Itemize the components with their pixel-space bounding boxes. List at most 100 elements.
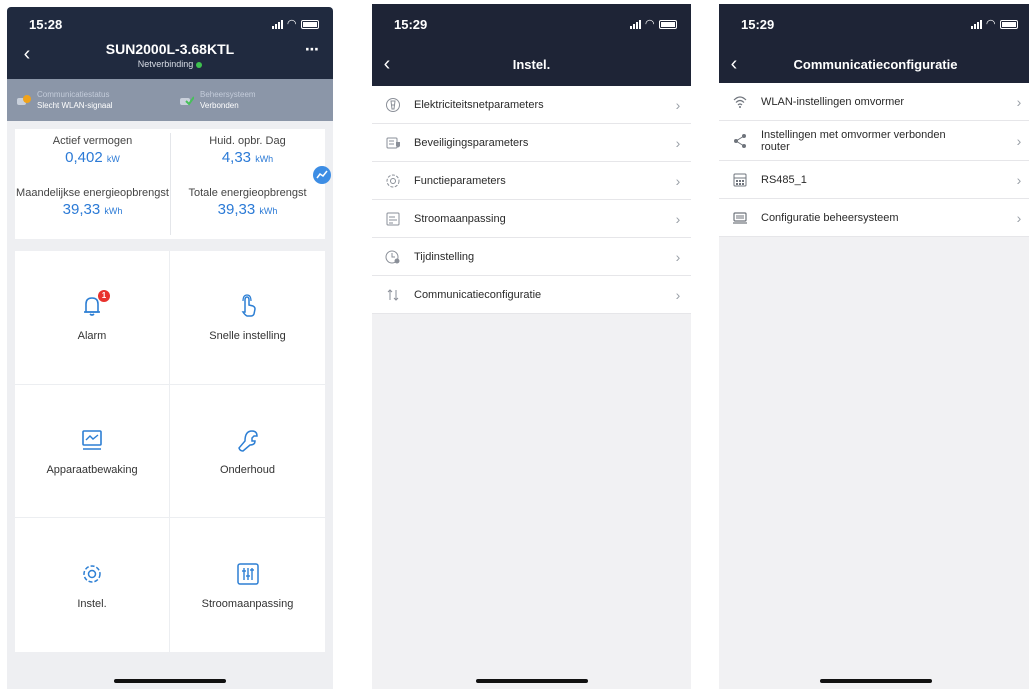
management-system-status[interactable]: Beheersysteem Verbonden: [170, 79, 333, 121]
wifi-icon: ◠: [986, 17, 995, 30]
settings-gear-icon: [78, 560, 106, 588]
power-adjustment-icon: [372, 211, 414, 227]
communication-status[interactable]: Communicatiestatus Slecht WLAN-signaal: [7, 79, 170, 121]
list-item-communication-configuration[interactable]: Communicatieconfiguratie ›: [372, 276, 691, 314]
communication-status-value: Slecht WLAN-signaal: [37, 101, 113, 110]
status-bar: 15:29 ◠: [719, 4, 1029, 44]
daily-yield-value: 4,33 kWh: [170, 149, 325, 166]
monthly-yield-label: Maandelijkse energieopbrengst: [16, 187, 169, 199]
list-item-label: Configuratie beheersysteem: [761, 211, 899, 224]
protection-parameters-icon: [372, 135, 414, 151]
monthly-yield-number: 39,33: [62, 201, 101, 218]
back-icon[interactable]: ‹: [372, 53, 402, 76]
list-item-grid-parameters[interactable]: Elektriciteitsnetparameters ›: [372, 86, 691, 124]
tile-maintenance[interactable]: Onderhoud: [170, 385, 325, 519]
list-item-function-parameters[interactable]: Functieparameters ›: [372, 162, 691, 200]
list-item-rs485[interactable]: RS485_1 ›: [719, 161, 1029, 199]
chevron-right-icon: ›: [1016, 93, 1022, 110]
device-monitoring-icon: [78, 426, 106, 454]
maintenance-wrench-icon: [234, 426, 262, 454]
list-item-router-settings[interactable]: Instellingen met omvormer verbonden rout…: [719, 121, 1029, 161]
nav-bar: ‹ SUN2000L-3.68KTL Netverbinding ⋯: [7, 41, 333, 79]
battery-icon: [1000, 19, 1018, 29]
communication-configuration-icon: [372, 287, 414, 303]
status-strip: Communicatiestatus Slecht WLAN-signaal B…: [7, 79, 333, 121]
nav-bar: ‹ Communicatieconfiguratie: [719, 44, 1029, 84]
chevron-right-icon: ›: [1016, 171, 1022, 188]
tile-quick-setting[interactable]: Snelle instelling: [170, 251, 325, 385]
chevron-right-icon: ›: [675, 210, 681, 227]
page-title: Communicatieconfiguratie: [793, 56, 958, 72]
daily-yield-number: 4,33: [221, 149, 252, 166]
signal-icon: [970, 19, 982, 29]
total-yield-number: 39,33: [217, 201, 256, 218]
function-grid: 1 Alarm Snelle instelling Apparaatbewaki…: [15, 251, 325, 652]
list-item-label: Instellingen met omvormer verbonden rout…: [761, 128, 946, 153]
list-item-label: Functieparameters: [414, 174, 506, 187]
phone-device-screen: 15:29 ◠ ‹ Communicatieconfiguratie WLAN-…: [719, 4, 1029, 689]
energy-summary-card[interactable]: Actief vermogen 0,402 kW Huid. opbr. Dag…: [15, 129, 331, 239]
settings-list: Elektriciteitsnetparameters › Beveiligin…: [372, 86, 691, 314]
list-item-label: RS485_1: [761, 173, 807, 186]
battery-icon: [659, 19, 677, 29]
daily-yield-unit: kWh: [255, 154, 274, 164]
monthly-yield-value: 39,33 kWh: [15, 201, 170, 218]
nav-bar: ‹ Instel.: [372, 44, 691, 84]
list-item-management-system[interactable]: Configuratie beheersysteem ›: [719, 199, 1029, 237]
list-item-label: WLAN-instellingen omvormer: [761, 95, 905, 108]
status-bar: 15:28 ◠: [7, 7, 333, 41]
grid-connection-label: Netverbinding: [137, 59, 194, 69]
list-item-time-setting[interactable]: Tijdinstelling ›: [372, 238, 691, 276]
list-item-label: Communicatieconfiguratie: [414, 288, 542, 301]
device-title-block: SUN2000L-3.68KTL Netverbinding: [7, 41, 333, 69]
chevron-right-icon: ›: [675, 134, 681, 151]
management-connected-icon: [180, 94, 195, 106]
tile-device-monitoring[interactable]: Apparaatbewaking: [15, 384, 170, 519]
back-icon[interactable]: ‹: [719, 53, 749, 76]
total-yield-label: Totale energieopbrengst: [188, 187, 307, 199]
alarm-bell-icon: 1: [78, 290, 110, 320]
phone-device-screen: 15:28 ◠ ‹ SUN2000L-3.68KTL Netverbinding…: [7, 7, 333, 689]
home-indicator[interactable]: [475, 679, 588, 683]
divider: [170, 133, 171, 235]
communication-status-label: Communicatiestatus: [37, 90, 110, 99]
list-item-wlan-settings[interactable]: WLAN-instellingen omvormer ›: [719, 83, 1029, 121]
phone-device-screen: 15:29 ◠ ‹ Instel. Elektriciteitsnetparam…: [372, 4, 691, 689]
monthly-yield: Maandelijkse energieopbrengst 39,33 kWh: [15, 187, 170, 239]
chevron-right-icon: ›: [675, 96, 681, 113]
list-item-protection-parameters[interactable]: Beveiligingsparameters ›: [372, 124, 691, 162]
tile-settings[interactable]: Instel.: [15, 518, 170, 652]
battery-icon: [301, 19, 319, 29]
total-yield-unit: kWh: [259, 206, 278, 216]
list-item-power-adjustment[interactable]: Stroomaanpassing ›: [372, 200, 691, 238]
home-indicator[interactable]: [819, 679, 932, 683]
chevron-right-icon: ›: [1016, 209, 1022, 226]
clock: 15:29: [394, 16, 428, 32]
tile-label: Alarm: [77, 330, 107, 343]
power-adjustment-sliders-icon: [234, 560, 262, 588]
tile-label: Instel.: [77, 598, 107, 611]
tile-label: Stroomaanpassing: [201, 598, 294, 611]
grid-connection-status: Netverbinding: [7, 59, 333, 69]
rs485-icon: [719, 172, 761, 188]
header: 15:29 ◠ ‹ Communicatieconfiguratie: [719, 4, 1029, 83]
active-power: Actief vermogen 0,402 kW: [15, 129, 170, 187]
status-bar: 15:29 ◠: [372, 4, 691, 44]
more-icon[interactable]: ⋯: [305, 41, 319, 58]
clock: 15:29: [741, 16, 775, 32]
grid-parameters-icon: [372, 97, 414, 113]
header: 15:29 ◠ ‹ Instel.: [372, 4, 691, 86]
tile-label: Apparaatbewaking: [46, 463, 138, 476]
chart-icon[interactable]: [313, 166, 331, 184]
tile-power-adjustment[interactable]: Stroomaanpassing: [170, 518, 325, 652]
chevron-right-icon: ›: [675, 286, 681, 303]
monthly-yield-unit: kWh: [104, 206, 123, 216]
list-item-label: Beveiligingsparameters: [414, 136, 529, 149]
communication-list: WLAN-instellingen omvormer › Instellinge…: [719, 83, 1029, 237]
list-item-label: Stroomaanpassing: [414, 212, 506, 225]
chevron-right-icon: ›: [1016, 132, 1022, 149]
tile-alarm[interactable]: 1 Alarm: [15, 251, 170, 385]
active-power-unit: kW: [106, 154, 120, 164]
home-indicator[interactable]: [114, 679, 226, 683]
share-router-icon: [719, 133, 761, 149]
